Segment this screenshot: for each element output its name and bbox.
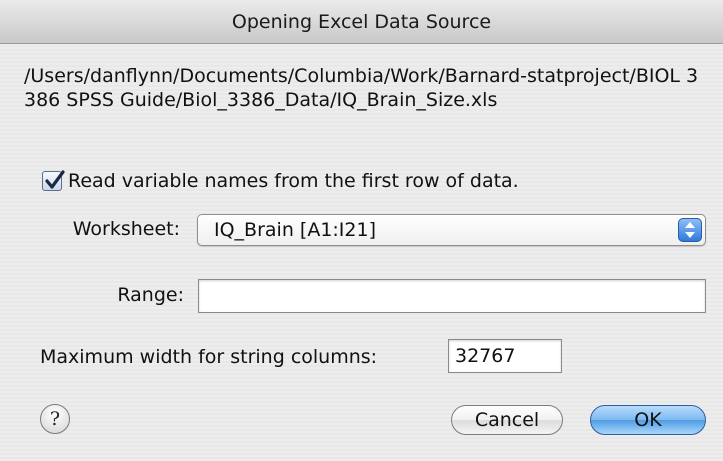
worksheet-select[interactable]: IQ_Brain [A1:I21] [197,214,706,246]
worksheet-value: IQ_Brain [A1:I21] [214,219,377,241]
worksheet-label: Worksheet: [72,218,180,240]
read-names-option[interactable]: Read variable names from the first row o… [42,168,519,194]
read-names-label: Read variable names from the first row o… [68,170,519,192]
ok-button[interactable]: OK [590,405,706,435]
range-label: Range: [117,284,184,306]
dialog-window: Opening Excel Data Source /Users/danflyn… [0,0,723,461]
read-names-checkbox[interactable] [42,170,65,191]
cancel-button[interactable]: Cancel [451,405,563,435]
max-width-label: Maximum width for string columns: [40,346,378,368]
checkmark-icon [45,170,65,189]
help-button[interactable]: ? [40,404,70,434]
dialog-title: Opening Excel Data Source [0,0,723,44]
up-down-arrows-icon [678,218,702,242]
help-icon: ? [49,408,61,430]
range-input[interactable] [198,279,706,313]
file-path: /Users/danflynn/Documents/Columbia/Work/… [24,65,699,111]
max-width-input[interactable] [448,339,562,373]
